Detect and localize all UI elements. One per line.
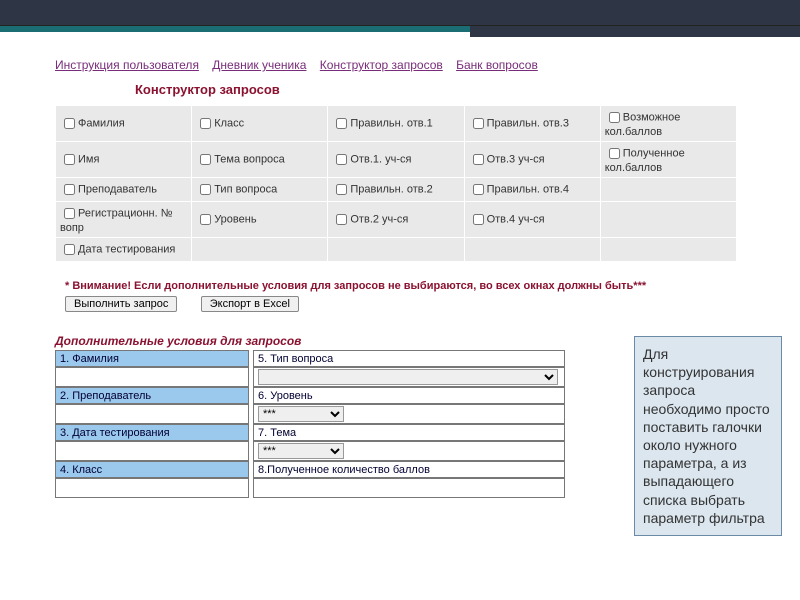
lbl-qtype: Тип вопроса — [214, 183, 277, 195]
decor-stripe — [0, 26, 800, 44]
cond-select-qtype[interactable] — [258, 369, 558, 385]
cb-maxpoints[interactable] — [609, 112, 620, 123]
link-instructions[interactable]: Инструкция пользователя — [55, 58, 199, 72]
cb-gotpoints[interactable] — [609, 148, 620, 159]
cond-label-2: 2. Преподаватель — [55, 387, 249, 404]
lbl-stud-ans2: Отв.2 уч-ся — [350, 213, 408, 225]
lbl-ans2: Правильн. отв.2 — [350, 183, 432, 195]
cond-label-3: 3. Дата тестирования — [55, 424, 249, 441]
cb-class[interactable] — [200, 118, 211, 129]
cond-label-8: 8.Полученное количество баллов — [253, 461, 565, 478]
cond-input-points[interactable] — [253, 478, 565, 498]
cb-stud-ans3[interactable] — [473, 154, 484, 165]
lbl-stud-ans1: Отв.1. уч-ся — [350, 153, 411, 165]
cb-stud-ans2[interactable] — [336, 214, 347, 225]
cb-teacher[interactable] — [64, 184, 75, 195]
lbl-topic: Тема вопроса — [214, 153, 285, 165]
cb-ans4[interactable] — [473, 184, 484, 195]
help-callout: Для конструирования запроса необходимо п… — [634, 336, 782, 536]
page-title: Конструктор запросов — [135, 82, 750, 97]
lbl-level: Уровень — [214, 213, 256, 225]
cond-label-7: 7. Тема — [253, 424, 565, 441]
lbl-ans4: Правильн. отв.4 — [487, 183, 569, 195]
cond-label-5: 5. Тип вопроса — [253, 350, 565, 367]
lbl-firstname: Имя — [78, 153, 99, 165]
cond-input-date[interactable] — [55, 441, 249, 461]
cb-level[interactable] — [200, 214, 211, 225]
lbl-lastname: Фамилия — [78, 117, 125, 129]
cond-input-teacher[interactable] — [55, 404, 249, 424]
warning-text: * Внимание! Если дополнительные условия … — [65, 280, 750, 292]
cond-label-6: 6. Уровень — [253, 387, 565, 404]
cond-label-4: 4. Класс — [55, 461, 249, 478]
cb-ans2[interactable] — [336, 184, 347, 195]
cb-stud-ans1[interactable] — [336, 154, 347, 165]
cond-label-1: 1. Фамилия — [55, 350, 249, 367]
params-table: Фамилия Класс Правильн. отв.1 Правильн. … — [55, 105, 737, 262]
cond-select-level[interactable]: *** — [258, 406, 344, 422]
top-header-bar — [0, 0, 800, 26]
cb-qtype[interactable] — [200, 184, 211, 195]
cond-select-topic[interactable]: *** — [258, 443, 344, 459]
link-bank[interactable]: Банк вопросов — [456, 58, 538, 72]
lbl-ans1: Правильн. отв.1 — [350, 117, 432, 129]
cond-input-class[interactable] — [55, 478, 249, 498]
lbl-regno: Регистрационн. № вопр — [60, 207, 173, 234]
lbl-ans3: Правильн. отв.3 — [487, 117, 569, 129]
cb-ans3[interactable] — [473, 118, 484, 129]
cond-input-lastname[interactable] — [55, 367, 249, 387]
export-excel-button[interactable]: Экспорт в Excel — [201, 296, 299, 312]
lbl-stud-ans4: Отв.4 уч-ся — [487, 213, 545, 225]
cb-testdate[interactable] — [64, 244, 75, 255]
run-query-button[interactable]: Выполнить запрос — [65, 296, 177, 312]
lbl-teacher: Преподаватель — [78, 183, 157, 195]
link-diary[interactable]: Дневник ученика — [212, 58, 306, 72]
lbl-testdate: Дата тестирования — [78, 243, 175, 255]
cb-ans1[interactable] — [336, 118, 347, 129]
lbl-class: Класс — [214, 117, 244, 129]
cb-firstname[interactable] — [64, 154, 75, 165]
cb-topic[interactable] — [200, 154, 211, 165]
link-builder[interactable]: Конструктор запросов — [320, 58, 443, 72]
lbl-stud-ans3: Отв.3 уч-ся — [487, 153, 545, 165]
nav-links: Инструкция пользователя Дневник ученика … — [55, 58, 750, 72]
cb-lastname[interactable] — [64, 118, 75, 129]
cb-stud-ans4[interactable] — [473, 214, 484, 225]
cb-regno[interactable] — [64, 208, 75, 219]
button-row: Выполнить запрос Экспорт в Excel — [65, 296, 750, 312]
